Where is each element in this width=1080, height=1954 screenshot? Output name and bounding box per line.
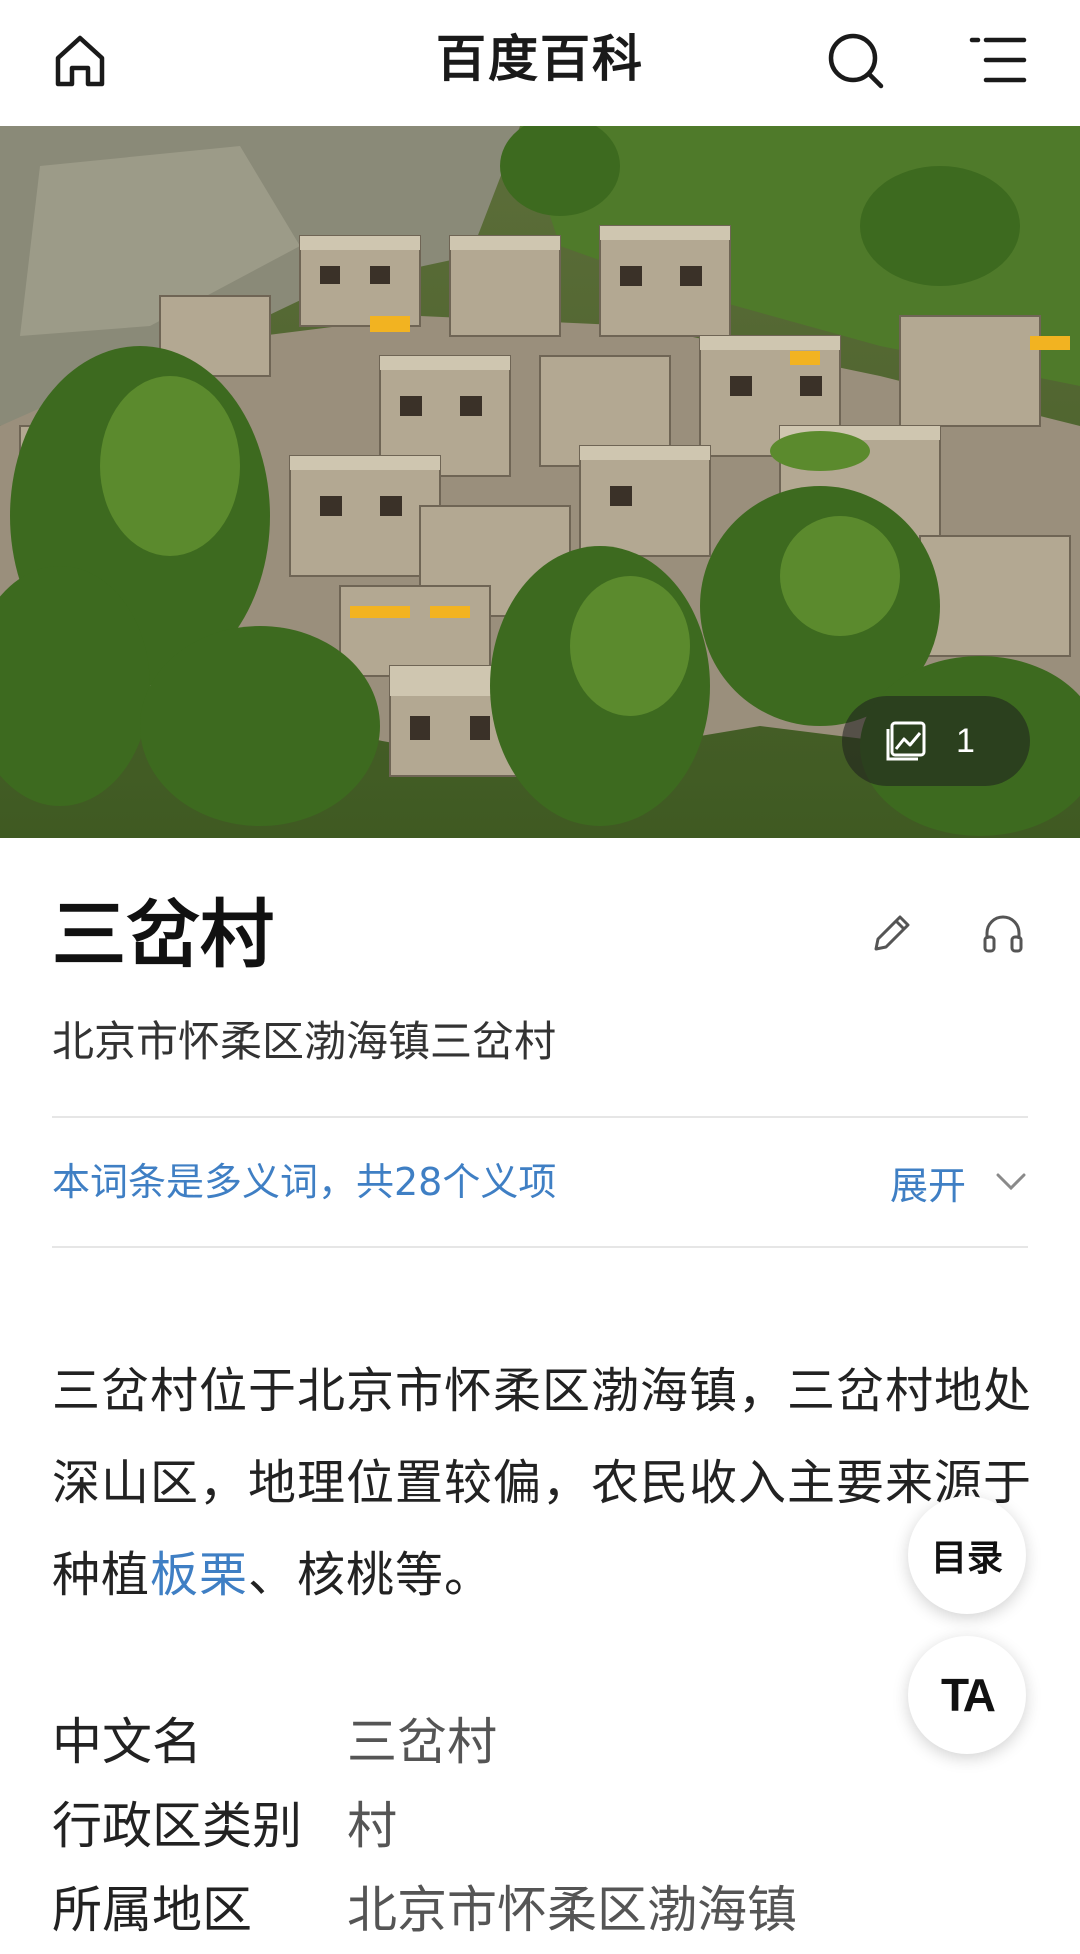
photo-count-badge[interactable]: 1 <box>842 696 1030 786</box>
search-icon <box>823 28 887 96</box>
summary-paragraph: 三岔村位于北京市怀柔区渤海镇，三岔村地处深山区，地理位置较偏，农民收入主要来源于… <box>52 1345 1032 1621</box>
summary-text-end: 、核桃等。 <box>248 1547 494 1603</box>
info-row: 所属地区 北京市怀柔区渤海镇 <box>52 1868 1012 1952</box>
hero-image[interactable]: 1 <box>0 126 1080 838</box>
photo-count: 1 <box>956 721 975 760</box>
headphones-icon <box>981 911 1025 959</box>
top-bar: 百度百科 <box>0 0 1080 126</box>
info-key: 行政区类别 <box>52 1797 302 1855</box>
chevron-down-icon <box>994 1165 1028 1199</box>
expand-label: 展开 <box>889 1163 966 1208</box>
divider <box>52 1246 1028 1248</box>
listen-button[interactable] <box>973 905 1033 965</box>
info-value: 三岔村 <box>347 1713 497 1771</box>
gallery-icon <box>884 719 928 763</box>
menu-icon <box>966 28 1030 96</box>
info-row: 中文名 三岔村 <box>52 1700 1012 1784</box>
summary-link[interactable]: 板栗 <box>150 1547 248 1603</box>
infobox: 中文名 三岔村 行政区类别 村 所属地区 北京市怀柔区渤海镇 <box>52 1700 1012 1952</box>
entry-title: 三岔村 <box>52 892 274 978</box>
entry-subtitle: 北京市怀柔区渤海镇三岔村 <box>52 1017 557 1066</box>
edit-button[interactable] <box>862 905 922 965</box>
ta-button[interactable]: TA <box>908 1636 1026 1754</box>
search-button[interactable] <box>815 22 895 102</box>
toc-button[interactable]: 目录 <box>908 1496 1026 1614</box>
expand-button[interactable]: 展开 <box>890 1152 1028 1212</box>
info-row: 行政区类别 村 <box>52 1784 1012 1868</box>
polysemy-bar: 本词条是多义词，共28个义项 展开 <box>52 1118 1028 1248</box>
info-key: 中文名 <box>52 1713 202 1771</box>
app-title: 百度百科 <box>436 30 644 88</box>
menu-button[interactable] <box>958 22 1038 102</box>
polysemy-text[interactable]: 本词条是多义词，共28个义项 <box>52 1152 556 1212</box>
info-key: 所属地区 <box>52 1881 252 1939</box>
pencil-icon <box>870 911 914 959</box>
info-value: 北京市怀柔区渤海镇 <box>347 1881 797 1939</box>
info-value: 村 <box>347 1797 397 1855</box>
